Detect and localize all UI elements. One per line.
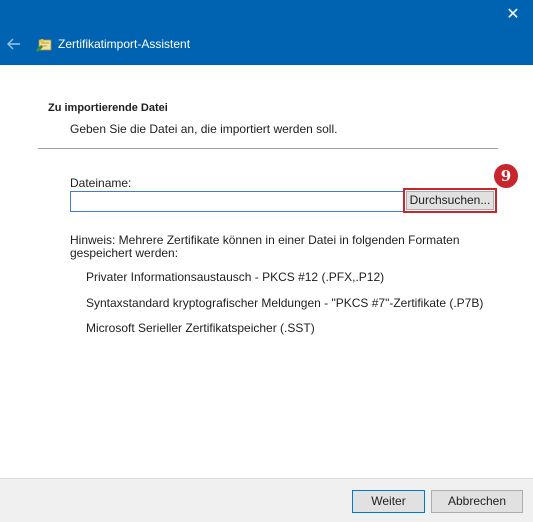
title-bar: ✕ Zertifikatimport-Assistent	[0, 0, 533, 65]
hint-text: Hinweis: Mehrere Zertifikate können in e…	[70, 233, 460, 260]
filename-label: Dateiname:	[70, 176, 132, 190]
format-item: Microsoft Serieller Zertifikatspeicher (…	[86, 321, 315, 335]
close-button[interactable]: ✕	[503, 4, 523, 24]
browse-button[interactable]: Durchsuchen...	[406, 191, 494, 210]
wizard-title: Zertifikatimport-Assistent	[58, 37, 191, 51]
format-item: Privater Informationsaustausch - PKCS #1…	[86, 270, 385, 284]
back-arrow-icon[interactable]	[6, 36, 22, 52]
next-button[interactable]: Weiter	[352, 490, 425, 513]
certificate-wizard-icon	[36, 39, 52, 52]
cancel-button[interactable]: Abbrechen	[431, 490, 523, 513]
format-item: Syntaxstandard kryptografischer Meldunge…	[86, 296, 484, 310]
page-heading: Zu importierende Datei	[48, 102, 168, 114]
header-separator	[38, 148, 498, 149]
step-badge: 9	[494, 164, 518, 188]
filename-input[interactable]	[70, 191, 404, 212]
page-subheading: Geben Sie die Datei an, die importiert w…	[70, 122, 338, 136]
